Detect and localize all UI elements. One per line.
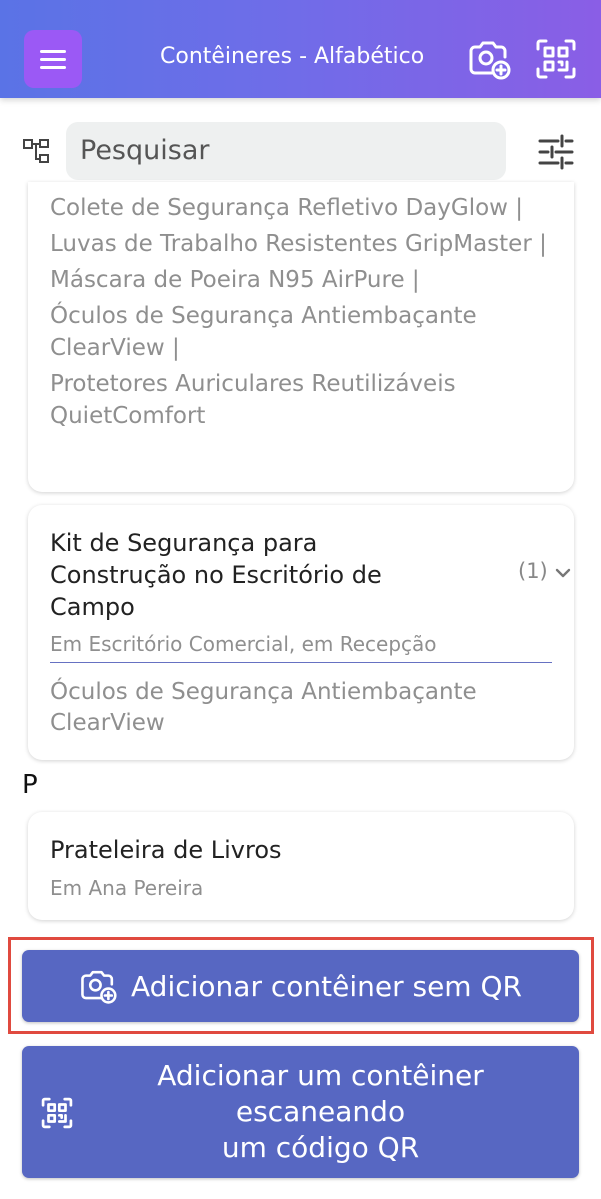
- page-title: Contêineres - Alfabético: [160, 44, 425, 69]
- menu-button[interactable]: [24, 30, 82, 88]
- search-input[interactable]: [66, 122, 506, 180]
- section-header: P: [22, 770, 38, 800]
- list-item: Protetores Auriculares Reutilizáveis Qui…: [50, 371, 456, 429]
- container-title: Kit de Segurança para Construção no Escr…: [50, 529, 382, 621]
- list-item: Máscara de Poeira N95 AirPure |: [50, 267, 420, 293]
- button-label-line: Adicionar um contêiner: [157, 1059, 484, 1092]
- chevron-down-icon[interactable]: [555, 567, 571, 579]
- container-location: Em Ana Pereira: [50, 876, 204, 900]
- app-header: Contêineres - Alfabético: [0, 0, 601, 98]
- add-container-scan-qr-button[interactable]: Adicionar um contêiner escaneando um cód…: [22, 1046, 579, 1178]
- list-item: Óculos de Segurança Antiembaçante ClearV…: [50, 679, 477, 736]
- button-label: Adicionar um contêiner escaneando um cód…: [91, 1058, 511, 1166]
- contents-list: Colete de Segurança Refletivo DayGlow | …: [50, 192, 550, 436]
- scan-qr-button[interactable]: [533, 36, 579, 82]
- container-card[interactable]: Prateleira de Livros Em Ana Pereira: [28, 812, 574, 920]
- container-card[interactable]: Kit de Segurança para Construção no Escr…: [28, 505, 574, 760]
- camera-add-icon: [81, 970, 117, 1004]
- button-label-line: escaneando: [235, 1095, 406, 1128]
- divider: [50, 662, 552, 663]
- button-label-line: um código QR: [221, 1131, 420, 1164]
- container-title: Prateleira de Livros: [50, 836, 282, 864]
- qr-scan-icon: [41, 1097, 73, 1129]
- filter-icon[interactable]: [536, 133, 576, 171]
- hamburger-icon: [40, 50, 66, 69]
- add-photo-button[interactable]: [466, 36, 512, 82]
- camera-add-icon: [469, 41, 511, 80]
- item-count: (1): [518, 559, 548, 583]
- list-item: Luvas de Trabalho Resistentes GripMaster…: [50, 231, 547, 257]
- add-container-no-qr-button[interactable]: Adicionar contêiner sem QR: [22, 950, 579, 1022]
- hierarchy-view-icon[interactable]: [22, 138, 52, 166]
- qr-scan-icon: [536, 39, 576, 79]
- list-item: Colete de Segurança Refletivo DayGlow |: [50, 195, 524, 221]
- container-location: Em Escritório Comercial, em Recepção: [50, 632, 437, 656]
- list-item: Óculos de Segurança Antiembaçante ClearV…: [50, 303, 477, 361]
- button-label: Adicionar contêiner sem QR: [131, 969, 522, 1003]
- container-card[interactable]: Colete de Segurança Refletivo DayGlow | …: [28, 182, 574, 492]
